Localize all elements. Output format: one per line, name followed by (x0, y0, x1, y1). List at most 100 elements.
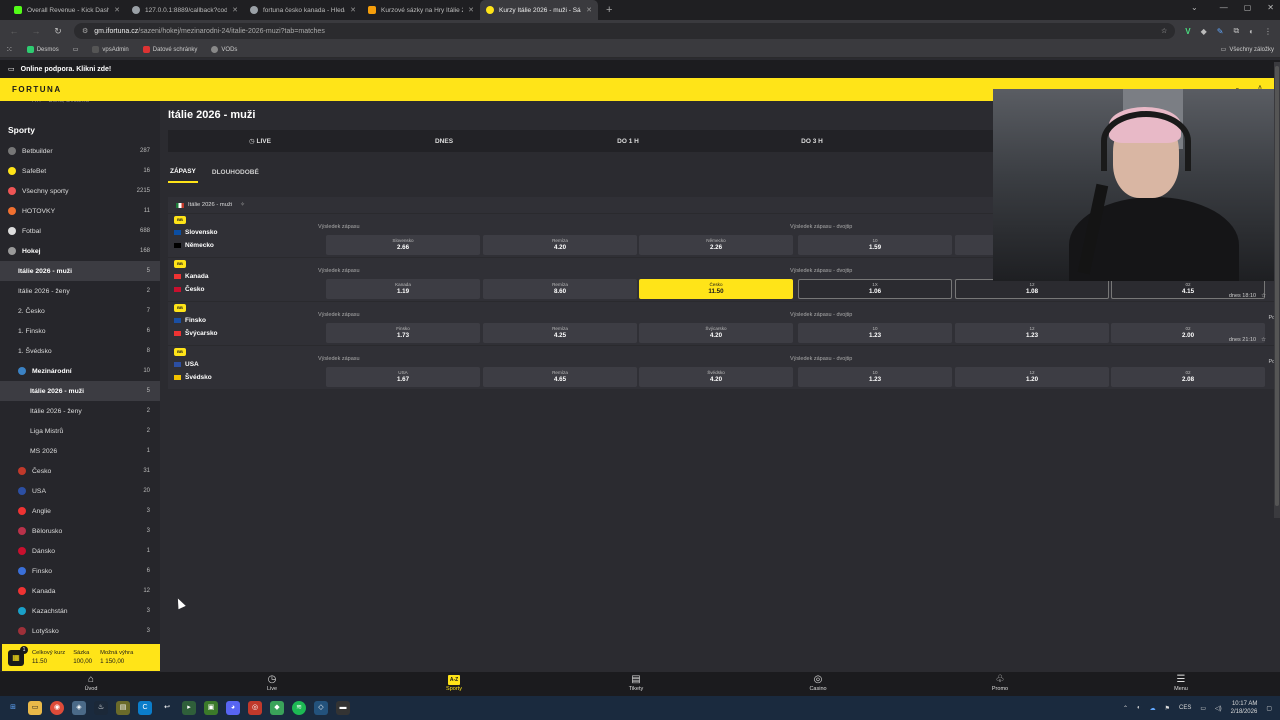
sidebar-item[interactable]: Itálie 2026 - ženy 2 (0, 401, 160, 421)
minecraft-icon[interactable]: ▣ (204, 701, 218, 715)
sidebar-item[interactable]: Finsko 6 (0, 561, 160, 581)
spotify-icon[interactable]: ≋ (292, 701, 306, 715)
odds-button[interactable]: Remíza 4.20 (483, 235, 637, 255)
bookmark-desmos[interactable]: Desmos (26, 46, 59, 53)
game-icon[interactable]: ◆ (270, 701, 284, 715)
sidebar-item[interactable]: Itálie 2026 - ženy 2 (0, 281, 160, 301)
betslip-bar[interactable]: ▦ 1 Celkový kurz 11.50 Sázka 100,00 Možná v… (2, 644, 160, 671)
bookmark-datove-schranky[interactable]: Datové schránky (142, 46, 197, 53)
sidebar-item[interactable]: Lotyšsko 3 (0, 621, 160, 641)
bottom-nav-item[interactable]: ♧ Promo (970, 674, 1030, 692)
discord-icon[interactable]: ◕ (226, 701, 240, 715)
minimize-icon[interactable]: — (1220, 3, 1228, 12)
file-explorer-icon[interactable]: ▭ (28, 701, 42, 715)
sidebar-item[interactable]: Kazachstán 3 (0, 601, 160, 621)
browser-tab[interactable]: Overall Revenue - Kick Dashbo ✕ (8, 0, 126, 20)
bottom-nav-item[interactable]: ◷ Live (242, 674, 302, 692)
tray-flag-icon[interactable]: ⚑ (1165, 705, 1170, 712)
odds-button[interactable]: Remíza 4.65 (483, 367, 637, 387)
filter-1h[interactable]: DO 1 H (536, 138, 720, 145)
pin-icon[interactable]: ✧ (240, 202, 245, 208)
close-icon[interactable]: ✕ (114, 6, 120, 14)
extension-icon[interactable]: ◆ (1201, 27, 1207, 36)
page-scrollbar[interactable] (1274, 62, 1280, 518)
app-icon[interactable]: ◈ (72, 701, 86, 715)
sidebar-item[interactable]: Česko 31 (0, 461, 160, 481)
odds-button[interactable]: Finsko 1.73 (326, 323, 480, 343)
odds-button[interactable]: Německo 2.26 (639, 235, 793, 255)
profile-icon[interactable]: ◐ (1249, 27, 1254, 36)
sidebar-item[interactable]: Mezinárodní 10 (0, 361, 160, 381)
odds-button[interactable]: 12 1.08 (955, 279, 1109, 299)
sidebar-item[interactable]: 2. Česko 7 (0, 301, 160, 321)
bookmark-star-icon[interactable]: ☆ (1161, 27, 1167, 35)
odds-button[interactable]: 10 1.59 (798, 235, 952, 255)
maximize-icon[interactable]: ▢ (1244, 3, 1252, 12)
close-icon[interactable]: ✕ (586, 6, 592, 14)
support-bar[interactable]: ▭ Online podpora. Klikni zde! (0, 60, 1280, 78)
windows-start-icon[interactable]: ⊞ (6, 701, 20, 715)
sidebar-item[interactable]: Liga Mistrů 2 (0, 421, 160, 441)
terminal-icon[interactable]: ▸ (182, 701, 196, 715)
sidebar-item[interactable]: 1. Švédsko 8 (0, 341, 160, 361)
tab-search-icon[interactable]: ⌄ (1191, 3, 1198, 12)
match-row[interactable]: BB Finsko Švýcarsko Výsledek zápasu Výsledek… (168, 293, 1278, 345)
odds-button[interactable]: 10 1.23 (798, 323, 952, 343)
extensions-puzzle-icon[interactable]: ⧉ (1233, 26, 1239, 36)
odds-button[interactable]: USA 1.67 (326, 367, 480, 387)
bottom-nav-item[interactable]: A-Z Sporty (424, 674, 484, 692)
odds-button[interactable]: Česko 11.50 (639, 279, 793, 299)
new-tab-icon[interactable]: + (606, 4, 612, 16)
fortuna-logo[interactable]: FORTUNA (12, 85, 62, 94)
monitor-icon[interactable]: ▭ (1200, 705, 1206, 712)
browser-icon[interactable]: ◎ (248, 701, 262, 715)
forward-icon[interactable]: → (30, 26, 42, 36)
sidebar-item[interactable]: USA 20 (0, 481, 160, 501)
notes-icon[interactable]: ▤ (116, 701, 130, 715)
arrow-app-icon[interactable]: ↩ (160, 701, 174, 715)
sidebar-item[interactable]: MS 2026 1 (0, 441, 160, 461)
browser-tab[interactable]: Kurzové sázky na Hry Itálie 202 ✕ (362, 0, 480, 20)
bottom-nav-item[interactable]: ☰ Menu (1151, 674, 1211, 692)
notification-icon[interactable]: ▢ (1266, 705, 1272, 712)
reload-icon[interactable]: ↻ (52, 26, 64, 37)
bottom-nav-item[interactable]: ⌂ Úvod (61, 674, 121, 692)
steam-icon[interactable]: ♨ (94, 701, 108, 715)
odds-button[interactable]: 12 1.23 (955, 323, 1109, 343)
match-row[interactable]: BB USA Švédsko Výsledek zápasu Výsledek zápa… (168, 337, 1278, 389)
sidebar-item[interactable]: Itálie 2026 - muži 5 (0, 261, 160, 281)
sidebar-item[interactable]: Anglie 3 (0, 501, 160, 521)
sidebar-item[interactable]: Itálie 2026 - muži 5 (0, 381, 160, 401)
sidebar-item[interactable]: Betbuilder 287 (0, 141, 160, 161)
tab-long-term[interactable]: DLOUHODOBÉ (210, 161, 261, 183)
bookmark-vods[interactable]: VODs (211, 46, 237, 53)
odds-button[interactable]: 10 1.23 (798, 367, 952, 387)
close-icon[interactable]: ✕ (350, 6, 356, 14)
odds-button[interactable]: 1X 1.06 (798, 279, 952, 299)
apps-grid-icon[interactable]: ⁙ (6, 45, 13, 54)
extension-pen-icon[interactable]: ✎ (1217, 27, 1224, 36)
menu-dots-icon[interactable]: ⋮ (1264, 27, 1272, 36)
filter-3h[interactable]: DO 3 H (720, 138, 904, 145)
scrollbar-thumb[interactable] (1275, 66, 1279, 506)
cloud-icon[interactable]: ☁ (1150, 705, 1156, 712)
tray-app-icon[interactable]: ◐ (1137, 705, 1141, 711)
tab-matches[interactable]: ZÁPASY (168, 161, 198, 183)
odds-button[interactable]: Kanada 1.19 (326, 279, 480, 299)
sidebar-item[interactable]: 1. Finsko 6 (0, 321, 160, 341)
sidebar-item[interactable]: Dánsko 1 (0, 541, 160, 561)
odds-button[interactable]: Remíza 4.25 (483, 323, 637, 343)
sidebar-item[interactable]: Všechny sporty 2215 (0, 181, 160, 201)
odds-button[interactable]: Švýcarsko 4.20 (639, 323, 793, 343)
tray-chevron-icon[interactable]: ⌃ (1123, 705, 1128, 712)
odds-button[interactable]: Švédsko 4.20 (639, 367, 793, 387)
chrome-icon[interactable]: ◉ (50, 701, 64, 715)
vue-devtools-icon[interactable]: V (1185, 27, 1190, 36)
favorite-star-icon[interactable]: ☆ (1261, 337, 1266, 343)
keyboard-language[interactable]: CES (1179, 705, 1191, 711)
close-icon[interactable]: ✕ (468, 6, 474, 14)
odds-button[interactable]: Slovensko 2.66 (326, 235, 480, 255)
favorite-star-icon[interactable]: ☆ (1261, 293, 1266, 299)
bookmark-folder[interactable]: ▭ (73, 46, 79, 53)
vscode-icon[interactable]: ◇ (314, 701, 328, 715)
